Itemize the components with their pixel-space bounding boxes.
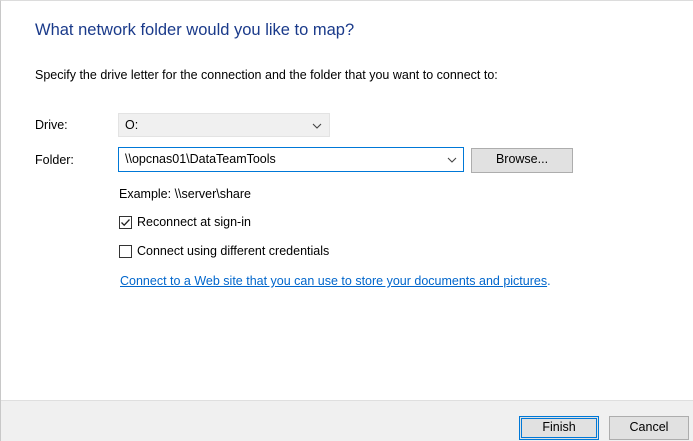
chevron-down-icon[interactable] [446, 154, 458, 166]
folder-example-text: Example: \\server\share [119, 187, 251, 201]
different-credentials-checkbox[interactable] [119, 245, 132, 258]
drive-select-value: O: [125, 118, 139, 132]
reconnect-checkbox[interactable] [119, 216, 132, 229]
folder-combobox[interactable]: \\opcnas01\DataTeamTools [118, 147, 464, 172]
dialog-footer: Finish Cancel [1, 400, 693, 441]
cancel-button[interactable]: Cancel [609, 416, 689, 440]
reconnect-label: Reconnect at sign-in [137, 215, 251, 229]
browse-button[interactable]: Browse... [471, 148, 573, 173]
chevron-down-icon [312, 123, 322, 129]
folder-label: Folder: [35, 153, 74, 167]
checkmark-icon [121, 219, 130, 227]
different-credentials-label: Connect using different credentials [137, 244, 330, 258]
drive-select[interactable]: O: [118, 113, 330, 137]
dialog-heading: What network folder would you like to ma… [35, 21, 355, 39]
map-network-drive-dialog: What network folder would you like to ma… [0, 0, 693, 441]
folder-input[interactable]: \\opcnas01\DataTeamTools [125, 152, 276, 166]
web-site-link-row: Connect to a Web site that you can use t… [120, 274, 551, 288]
dialog-instruction: Specify the drive letter for the connect… [35, 68, 498, 82]
web-site-link[interactable]: Connect to a Web site that you can use t… [120, 274, 547, 288]
drive-label: Drive: [35, 118, 68, 132]
finish-button-focus-ring [521, 418, 597, 438]
finish-button[interactable]: Finish [519, 416, 599, 440]
web-site-link-period: . [547, 274, 551, 288]
